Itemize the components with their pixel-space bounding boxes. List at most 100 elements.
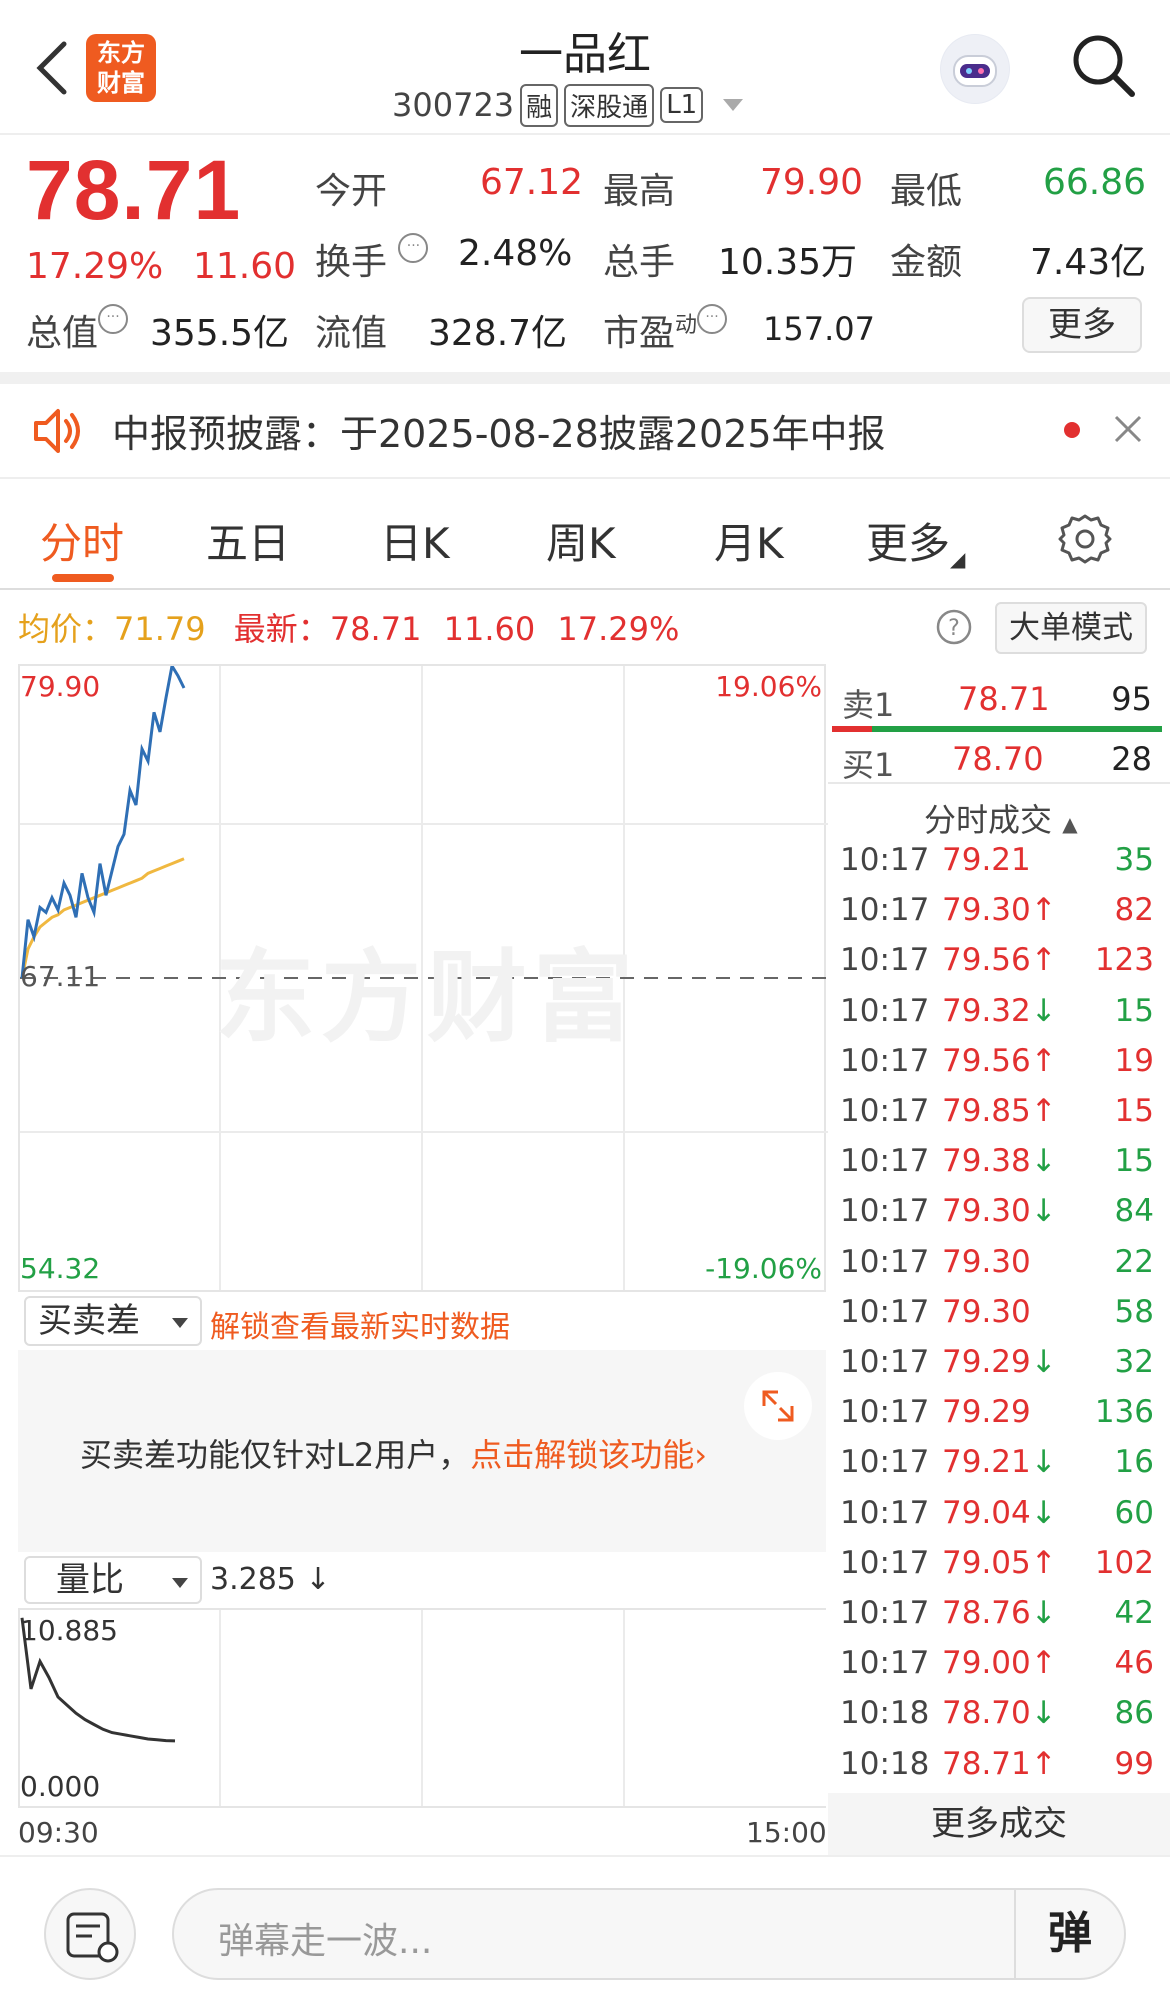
tick-row: 10:17 79.30 ↑ 82	[840, 892, 1160, 942]
help-icon[interactable]: ?	[935, 608, 973, 646]
chevron-down-icon[interactable]	[723, 99, 744, 111]
tick-price: 78.70 ↓	[942, 1695, 1057, 1732]
tick-row: 10:17 79.21 ↓ 16	[840, 1444, 1160, 1494]
stock-subline[interactable]: 300723 融 深股通 L1	[392, 82, 744, 128]
turnover-value: 2.48%	[458, 233, 573, 274]
more-dots-icon[interactable]: ···	[98, 304, 129, 334]
change-percent: 17.29%	[26, 246, 164, 287]
tick-row: 10:17 79.56 ↑ 123	[840, 942, 1160, 992]
pct-axis-top: 19.06%	[715, 670, 822, 703]
tick-volume: 32	[1114, 1344, 1154, 1380]
more-quote-button[interactable]: 更多	[1022, 297, 1142, 353]
tick-direction: ↓	[1030, 1695, 1057, 1732]
stock-code: 300723	[392, 86, 515, 124]
more-dots-icon[interactable]: ···	[398, 233, 429, 263]
tick-volume: 16	[1114, 1444, 1154, 1481]
big-order-mode-button[interactable]: 大单模式	[995, 602, 1147, 654]
tick-time: 10:17	[840, 1394, 930, 1431]
search-icon[interactable]	[1068, 30, 1140, 102]
tick-time: 10:17	[840, 1494, 930, 1531]
tick-price: 79.30 ↓	[942, 1193, 1057, 1230]
volume-ratio-chart[interactable]: 10.885 0.000	[18, 1608, 826, 1808]
tick-row: 10:17 79.04 ↓ 60	[840, 1495, 1160, 1545]
x-axis-end: 15:00	[746, 1816, 827, 1849]
more-ticks-button[interactable]: 更多成交	[828, 1793, 1170, 1855]
price-line	[20, 666, 186, 979]
tick-volume: 22	[1114, 1243, 1154, 1280]
buy1-volume: 28	[1111, 740, 1152, 778]
svg-text:?: ?	[948, 616, 960, 641]
tick-row: 10:17 79.30 ↓ 84	[840, 1193, 1160, 1243]
volume-ratio-value: 3.285 ↓	[210, 1562, 331, 1597]
mktcap-value: 355.5亿	[150, 313, 290, 354]
gear-icon[interactable]	[1058, 512, 1112, 566]
tick-time: 10:17	[840, 892, 930, 929]
tick-volume: 19	[1114, 1042, 1154, 1079]
expand-button[interactable]	[744, 1372, 812, 1440]
tick-time: 10:17	[840, 1193, 930, 1230]
tab-month-k[interactable]: 月K	[714, 510, 784, 571]
tick-time: 10:17	[840, 1042, 930, 1079]
tick-volume: 82	[1114, 892, 1154, 929]
tick-time: 10:17	[840, 1243, 930, 1280]
open-label: 今开	[315, 171, 388, 212]
danmu-settings-button[interactable]	[44, 1888, 136, 1980]
danmu-toggle-button[interactable]: 弹	[1014, 1890, 1124, 1978]
tick-direction: ↓	[1030, 1143, 1057, 1180]
close-icon[interactable]	[1112, 413, 1144, 445]
float-value: 328.7亿	[428, 313, 568, 354]
latest-label: 最新：	[233, 610, 330, 648]
tab-week-k[interactable]: 周K	[546, 510, 616, 571]
buy-sell-ratio-bar	[832, 726, 1162, 732]
y-axis-base: 67.11	[20, 960, 101, 993]
tick-direction: ↓	[1030, 1444, 1057, 1481]
latest-change: 11.60	[443, 610, 536, 648]
tick-direction: ↓	[1030, 1494, 1057, 1531]
tick-direction: ↑	[1030, 942, 1057, 979]
robot-assistant-icon[interactable]	[940, 34, 1010, 104]
volume-ratio-dropdown[interactable]: 量比	[24, 1556, 202, 1604]
amount-value: 7.43亿	[1030, 242, 1147, 283]
avg-label: 均价：	[18, 610, 115, 648]
danmu-input[interactable]: 弹幕走一波... 弹	[172, 1888, 1126, 1980]
tick-row: 10:17 79.29 136	[840, 1394, 1160, 1444]
tab-day-k[interactable]: 日K	[380, 510, 450, 571]
unlock-link[interactable]: 解锁查看最新实时数据	[210, 1302, 510, 1346]
chart-tabs: 分时 五日 日K 周K 月K 更多◢	[0, 490, 1170, 590]
tick-direction: ↓	[1030, 1595, 1057, 1631]
tab-intraday[interactable]: 分时	[40, 510, 124, 571]
tick-time: 10:17	[840, 1595, 930, 1631]
watermark-logo: 东方财富	[215, 939, 639, 1056]
unlock-feature-link[interactable]: 点击解锁该功能	[470, 1436, 694, 1474]
tab-more[interactable]: 更多◢	[866, 510, 965, 571]
spread-locked-panel: 买卖差功能仅针对L2用户，点击解锁该功能›	[18, 1350, 826, 1552]
back-icon[interactable]	[28, 38, 78, 98]
tick-price: 79.56 ↑	[942, 942, 1057, 979]
tick-volume: 58	[1114, 1293, 1154, 1330]
volume-label: 总手	[603, 242, 676, 283]
tick-direction: ↑	[1030, 1093, 1057, 1129]
open-value: 67.12	[480, 162, 584, 203]
notice-text[interactable]: 中报预披露：于2025-08-28披露2025年中报	[112, 403, 886, 458]
mktcap-label: 总值 ···	[26, 304, 129, 356]
notice-bar[interactable]: 中报预披露：于2025-08-28披露2025年中报	[0, 383, 1170, 479]
tick-time: 10:18	[840, 1745, 930, 1782]
tick-price: 79.05 ↑	[942, 1544, 1057, 1581]
intraday-chart[interactable]: 东方财富 79.90 67.11 54.32 19.06% -19.06%	[18, 664, 828, 1292]
tick-volume: 46	[1114, 1645, 1154, 1682]
tick-row: 10:17 79.56 ↑ 19	[840, 1043, 1160, 1093]
ticks-title[interactable]: 分时成交 ▲	[924, 795, 1078, 841]
tab-five-day[interactable]: 五日	[206, 510, 290, 571]
tick-price: 79.38 ↓	[942, 1143, 1057, 1180]
sell1-label: 卖1	[842, 686, 895, 724]
more-dots-icon[interactable]: ···	[697, 304, 728, 334]
chart-info-row: 均价：71.79 最新：78.71 11.60 17.29%	[18, 604, 679, 650]
low-value: 66.86	[1043, 162, 1147, 203]
expand-icon	[762, 1390, 794, 1422]
tick-price: 78.76 ↓	[942, 1595, 1057, 1631]
spread-dropdown[interactable]: 买卖差	[24, 1296, 202, 1346]
tick-time: 10:17	[840, 992, 930, 1029]
tick-volume: 99	[1114, 1745, 1154, 1782]
tick-volume: 42	[1114, 1595, 1154, 1631]
divider	[828, 782, 1170, 784]
